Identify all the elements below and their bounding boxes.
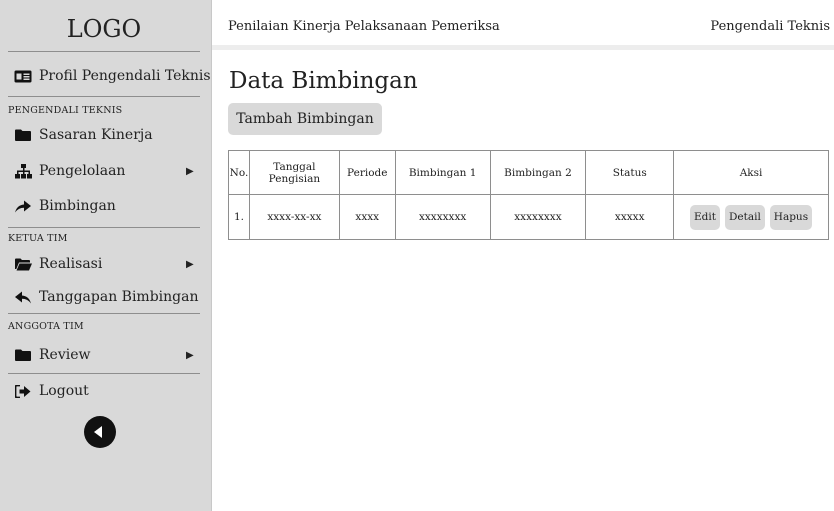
chevron-right-icon: ▶	[186, 258, 194, 270]
sidebar-item-realisasi[interactable]: Realisasi ▶	[14, 256, 204, 272]
col-header-tanggal-line2: Pengisian	[268, 172, 321, 185]
col-header-bimbingan1: Bimbingan 1	[394, 150, 491, 195]
cell-bimbingan1: xxxxxxxx	[394, 194, 491, 240]
divider	[8, 96, 200, 97]
sidebar-item-label: Logout	[39, 383, 89, 399]
sidebar-item-label: Profil Pengendali Teknis	[39, 68, 211, 84]
divider	[8, 373, 200, 374]
col-header-bimbingan2: Bimbingan 2	[489, 150, 587, 195]
sidebar-item-label: Pengelolaan	[39, 163, 126, 179]
col-header-tanggal: Tanggal Pengisian	[248, 150, 340, 195]
sidebar-item-pengelolaan[interactable]: Pengelolaan ▶	[14, 163, 204, 179]
chevron-right-icon: ▶	[186, 165, 194, 177]
detail-button[interactable]: Detail	[724, 204, 765, 230]
cell-no: 1.	[228, 194, 250, 240]
share-arrow-icon	[14, 199, 32, 213]
page-title: Data Bimbingan	[229, 68, 418, 94]
divider	[8, 227, 200, 228]
cell-periode: xxxx	[338, 194, 396, 240]
col-header-status: Status	[585, 150, 675, 195]
cell-aksi: Edit Detail Hapus	[673, 194, 829, 240]
id-card-icon	[14, 69, 32, 83]
cell-tanggal: xxxx-xx-xx	[248, 194, 340, 240]
sidebar-item-review[interactable]: Review ▶	[14, 347, 204, 363]
sidebar-item-label: Sasaran Kinerja	[39, 127, 153, 143]
section-pengendali-teknis: PENGENDALI TEKNIS	[8, 105, 123, 116]
sidebar-item-label: Tanggapan Bimbingan	[39, 289, 199, 305]
edit-button[interactable]: Edit	[690, 204, 720, 230]
add-bimbingan-button[interactable]: Tambah Bimbingan	[228, 103, 382, 135]
cell-status: xxxxx	[585, 194, 675, 240]
divider	[8, 313, 200, 314]
action-group: Edit Detail Hapus	[674, 204, 828, 230]
sidebar-item-bimbingan[interactable]: Bimbingan	[14, 198, 116, 214]
hapus-button[interactable]: Hapus	[769, 204, 813, 230]
data-table: No. Tanggal Pengisian Periode Bimbingan …	[228, 150, 829, 240]
app-title: Penilaian Kinerja Pelaksanaan Pemeriksa	[228, 19, 500, 34]
sidebar-item-sasaran-kinerja[interactable]: Sasaran Kinerja	[14, 127, 153, 143]
sidebar: LOGO Profil Pengendali Teknis PENGENDALI…	[0, 0, 212, 511]
section-anggota-tim: ANGGOTA TIM	[8, 321, 84, 332]
table-header-row: No. Tanggal Pengisian Periode Bimbingan …	[228, 150, 829, 195]
sidebar-item-profile[interactable]: Profil Pengendali Teknis	[14, 68, 211, 84]
col-header-tanggal-line1: Tanggal	[273, 160, 316, 173]
col-header-periode: Periode	[338, 150, 396, 195]
folder-icon	[14, 348, 32, 362]
folder-open-icon	[14, 257, 32, 271]
circle-back-icon[interactable]	[84, 416, 116, 448]
col-header-no: No.	[228, 150, 250, 195]
cell-bimbingan2: xxxxxxxx	[489, 194, 587, 240]
reply-arrow-icon	[14, 290, 32, 304]
user-role[interactable]: Pengendali Teknis	[710, 19, 830, 34]
table-row: 1. xxxx-xx-xx xxxx xxxxxxxx xxxxxxxx xxx…	[228, 194, 829, 240]
logo: LOGO	[8, 6, 200, 52]
sidebar-item-logout[interactable]: Logout	[14, 383, 89, 399]
sidebar-item-label: Review	[39, 347, 91, 363]
sidebar-item-label: Realisasi	[39, 256, 103, 272]
sitemap-icon	[14, 163, 32, 178]
sidebar-item-label: Bimbingan	[39, 198, 116, 214]
sign-out-icon	[14, 384, 32, 398]
col-header-aksi: Aksi	[673, 150, 829, 195]
folder-icon	[14, 128, 32, 142]
chevron-right-icon: ▶	[186, 349, 194, 361]
topbar: Penilaian Kinerja Pelaksanaan Pemeriksa …	[212, 0, 834, 50]
sidebar-item-tanggapan-bimbingan[interactable]: Tanggapan Bimbingan	[14, 289, 198, 305]
section-ketua-tim: KETUA TIM	[8, 233, 68, 244]
